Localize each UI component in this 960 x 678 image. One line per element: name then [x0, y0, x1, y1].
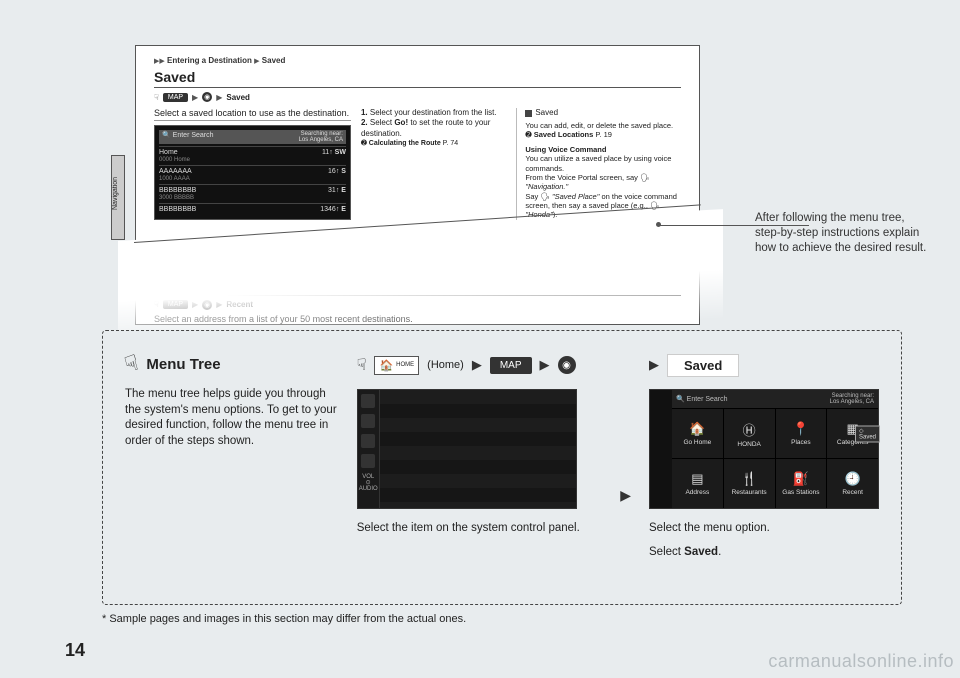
menu-icon: ◉ — [202, 300, 212, 310]
side-notes: Saved You can add, edit, or delete the s… — [516, 108, 681, 267]
section-title-saved: Saved — [154, 69, 681, 88]
finger-press-icon: ☟ — [122, 350, 142, 379]
menu-tree-row-recent: ☟ MAP ▶ ◉ ▶ Recent — [154, 300, 681, 310]
recent-instruction: Select an address from a list of your 50… — [154, 314, 681, 324]
footnote: * Sample pages and images in this sectio… — [102, 613, 466, 625]
hand-icon: ☟ — [154, 93, 159, 102]
manual-page-sample: ▶▶ Entering a Destination ▶ Saved Saved … — [135, 45, 700, 325]
menu-screen-screenshot: 🔍 Enter Search Searching near: Los Angel… — [649, 389, 879, 509]
breadcrumb: ▶▶ Entering a Destination ▶ Saved — [154, 56, 681, 65]
home-icon: 🏠 — [689, 421, 705, 437]
address-icon: ▤ — [691, 471, 703, 487]
chevron-right-icon: ▶ — [472, 357, 482, 373]
hand-icon: ☟ — [357, 355, 367, 375]
menu-tree-explainer: ☟ Menu Tree The menu tree helps guide yo… — [102, 330, 902, 605]
saved-chip: Saved — [667, 354, 739, 377]
home-button: 🏠 HOME — [374, 356, 419, 375]
map-chip: MAP — [490, 357, 532, 374]
callout-annotation: After following the menu tree, step-by-s… — [755, 211, 930, 256]
home-icon: 🏠 — [379, 359, 393, 372]
section-title-recent: Recent — [154, 277, 681, 296]
hand-icon: ☟ — [154, 300, 159, 309]
restaurant-icon: 🍴 — [741, 471, 757, 487]
home-icon — [361, 394, 375, 408]
menu-icon: ◉ — [202, 92, 212, 102]
step-instructions: 1. Select your destination from the list… — [361, 108, 506, 267]
home-label: (Home) — [427, 359, 464, 371]
side-tab-navigation: Navigation — [111, 155, 125, 240]
chevron-right-icon: ▶ — [540, 357, 550, 373]
control-panel-screenshot: VOL⊙AUDIO — [357, 389, 577, 509]
menu-tree-row-saved: ☟ MAP ▶ ◉ ▶ Saved — [154, 92, 681, 102]
map-chip: MAP — [163, 93, 188, 102]
honda-logo-icon: Ⓗ — [743, 420, 756, 439]
chevron-right-icon: ▶ — [620, 487, 631, 504]
saved-highlight: ◇Saved — [855, 425, 880, 442]
menu-tree-title: Menu Tree — [146, 356, 220, 373]
page-number: 14 — [65, 640, 85, 661]
chevron-right-icon: ▶ — [649, 357, 659, 373]
menu-tree-body: The menu tree helps guide you through th… — [125, 387, 339, 449]
saved-list-mockup: 🔍 Enter Search Searching near: Los Angel… — [154, 125, 351, 220]
recent-icon: 🕘 — [845, 471, 861, 487]
menu-icon: ◉ — [558, 356, 576, 374]
menu-tree-bar: ☟ 🏠 HOME (Home) ▶ MAP ▶ ◉ — [357, 351, 603, 379]
gas-icon: ⛽ — [793, 471, 809, 487]
pin-icon: 📍 — [793, 421, 809, 437]
watermark: carmanualsonline.info — [768, 651, 954, 672]
instruction-line: Select a saved location to use as the de… — [154, 108, 351, 121]
caption-control-panel: Select the item on the system control pa… — [357, 521, 603, 537]
caption-menu-option: Select the menu option. Select Saved. — [649, 521, 879, 560]
